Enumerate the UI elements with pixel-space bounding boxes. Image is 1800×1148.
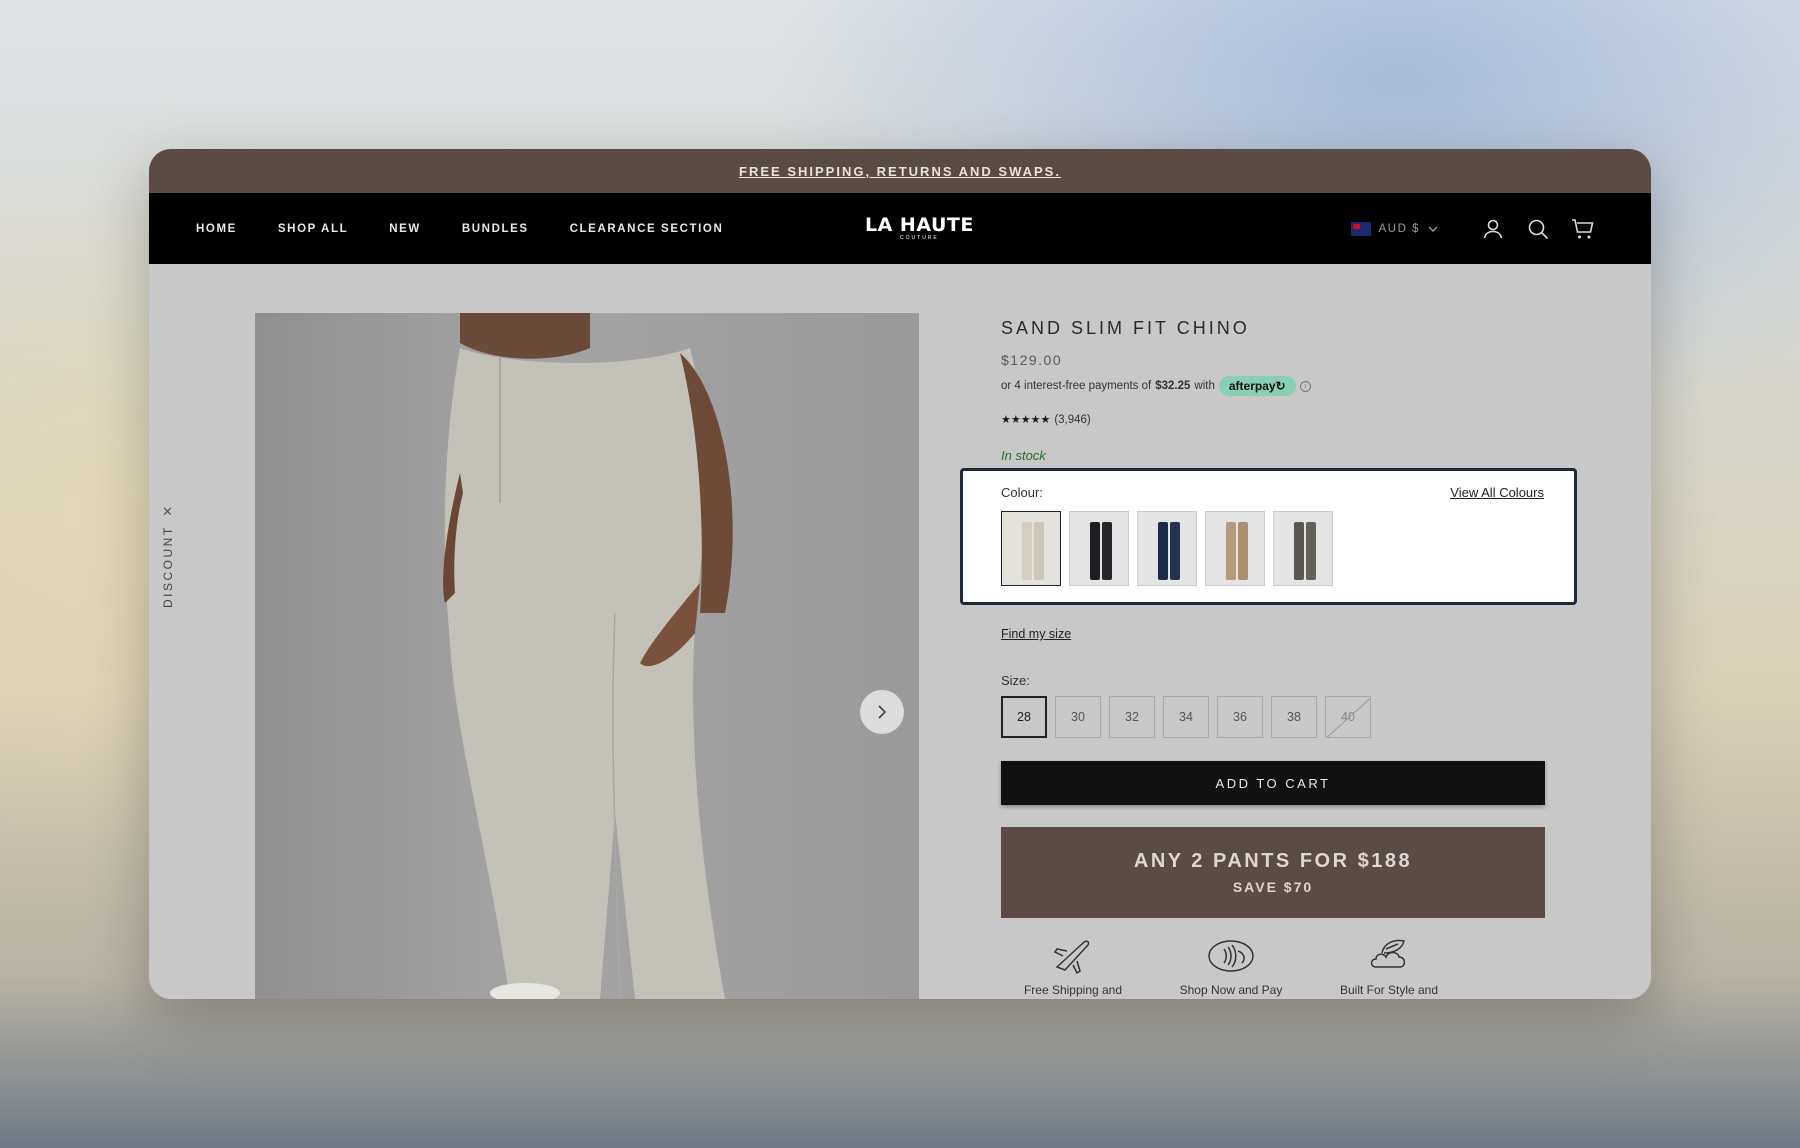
size-option-38[interactable]: 38 [1271,696,1317,738]
size-option-40[interactable]: 40 [1325,696,1371,738]
view-all-colours-link[interactable]: View All Colours [1450,485,1544,500]
discount-label: DISCOUNT [161,525,175,608]
discount-tab[interactable]: ✕ DISCOUNT [161,504,175,624]
afterpay-amount: $32.25 [1155,380,1191,392]
search-icon [1528,219,1548,239]
product-image-gallery[interactable] [255,313,919,999]
size-options: 28 30 32 34 36 38 40 [1001,696,1371,738]
afterpay-with: with [1194,380,1215,392]
product-page: ✕ DISCOUNT SAND SLIM FIT CHINO $129.00 o… [149,264,1651,999]
afterpay-badge-label: afterpay [1228,379,1276,393]
afterpay-message: or 4 interest-free payments of $32.25 wi… [1001,376,1311,396]
promo-headline: ANY 2 PANTS FOR $188 [1133,850,1413,872]
size-option-34[interactable]: 34 [1163,696,1209,738]
airplane-icon [1053,940,1090,975]
nav-link-shop-all[interactable]: SHOP ALL [278,223,348,235]
product-photo [443,313,733,999]
nav-actions: AUD $ [1350,193,1605,264]
announcement-bar[interactable]: FREE SHIPPING, RETURNS AND SWAPS. [149,149,1651,193]
promo-subline: SAVE $70 [1232,879,1314,895]
gallery-next-button[interactable] [860,690,904,734]
feature-shipping-text: Free Shipping and [1023,983,1123,997]
chevron-right-icon [878,705,887,719]
brand-logo[interactable]: LA HAUTE COUTURE [865,215,974,241]
product-title: SAND SLIM FIT CHINO [1001,318,1250,338]
afterpay-prefix: or 4 interest-free payments of [1001,380,1152,392]
colour-swatch-sand[interactable] [1001,511,1061,586]
chevron-down-icon [1428,226,1438,232]
feature-style: Built For Style and [1329,937,1449,997]
search-button[interactable] [1515,218,1560,240]
logo-text: LA HAUTE [865,214,974,236]
feature-highlights: Free Shipping and Shop Now and Pay Built… [1013,937,1449,997]
feature-shipping: Free Shipping and [1013,937,1133,997]
nav-link-home[interactable]: HOME [196,223,237,235]
account-button[interactable] [1470,218,1515,240]
colour-swatches [1001,511,1333,586]
leaf-cloud-icon [1370,939,1406,968]
star-rating-icon: ★★★★★ [1001,414,1051,426]
announcement-text[interactable]: FREE SHIPPING, RETURNS AND SWAPS. [739,164,1061,179]
size-option-36[interactable]: 36 [1217,696,1263,738]
add-to-cart-button[interactable]: ADD TO CART [1001,761,1545,805]
nav-link-new[interactable]: NEW [389,223,421,235]
afterpay-badge[interactable]: afterpay↻ [1218,376,1296,396]
colour-swatch-olive[interactable] [1273,511,1333,586]
colour-swatch-black[interactable] [1069,511,1129,586]
feature-pay-later: Shop Now and Pay [1171,937,1291,997]
feature-pay-later-text: Shop Now and Pay [1179,983,1283,997]
colour-selector: Colour: View All Colours [960,468,1577,605]
nav-links: HOME SHOP ALL NEW BUNDLES CLEARANCE SECT… [196,223,723,235]
nav-link-clearance[interactable]: CLEARANCE SECTION [570,223,724,235]
product-price: $129.00 [1001,352,1063,368]
stock-status: In stock [1001,448,1046,463]
cart-button[interactable] [1560,218,1605,240]
info-icon[interactable]: i [1299,380,1311,392]
browser-window: FREE SHIPPING, RETURNS AND SWAPS. HOME S… [149,149,1651,999]
cart-icon [1571,218,1593,238]
currency-selector[interactable]: AUD $ [1350,221,1438,236]
product-rating[interactable]: ★★★★★ (3,946) [1001,413,1091,427]
size-option-30[interactable]: 30 [1055,696,1101,738]
user-icon [1483,219,1502,238]
colour-swatch-tan[interactable] [1205,511,1265,586]
australia-flag-icon [1350,221,1371,236]
colour-swatch-navy[interactable] [1137,511,1197,586]
colour-label: Colour: [1001,485,1043,500]
currency-label: AUD $ [1378,222,1420,235]
size-option-32[interactable]: 32 [1109,696,1155,738]
bundle-promo-banner[interactable]: ANY 2 PANTS FOR $188 SAVE $70 [1001,827,1545,918]
contactless-payment-icon [1208,940,1254,972]
nav-link-bundles[interactable]: BUNDLES [462,223,529,235]
review-count: (3,946) [1054,413,1091,426]
size-label: Size: [1001,673,1030,688]
size-option-28[interactable]: 28 [1001,696,1047,738]
find-my-size-link[interactable]: Find my size [1001,627,1071,641]
feature-style-text: Built For Style and [1339,983,1439,997]
main-nav: HOME SHOP ALL NEW BUNDLES CLEARANCE SECT… [149,193,1651,264]
